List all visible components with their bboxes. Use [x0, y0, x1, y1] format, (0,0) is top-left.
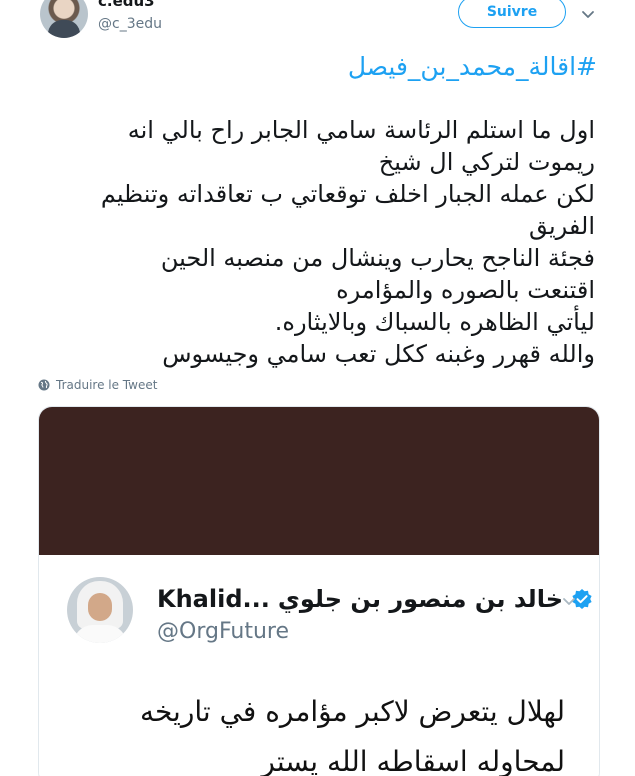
globe-icon: [38, 379, 50, 391]
embedded-text-line: لمحاوله اسقاطه الله يستر: [261, 745, 565, 776]
tweet-text-line: ليأتي الظاهره بالسباك وبالايثاره.: [274, 308, 595, 336]
embedded-text-line: لهلال يتعرض لاكبر مؤامره في تاريخه: [139, 695, 565, 728]
embedded-name-latin: Khalid...: [157, 585, 270, 613]
tweet-text-line: ريموت لتركي ال شيخ: [378, 148, 595, 176]
tweet-text-line: الفريق: [528, 212, 595, 240]
embedded-avatar: [67, 577, 133, 643]
embedded-tweet-text: لهلال يتعرض لاكبر مؤامره في تاريخه لمحاو…: [65, 687, 565, 776]
translate-tweet-link[interactable]: Traduire le Tweet: [38, 378, 157, 392]
embedded-author-name: Khalid... خالد بن منصور بن جلوي: [157, 585, 593, 613]
tweet-text-line: والله قهرر وغبنه ككل تعب سامي وجيسوس: [162, 340, 595, 368]
author-display-name[interactable]: c.edu3: [98, 0, 155, 10]
tweet-header: c.edu3 @c_3edu Suivre: [0, 0, 635, 50]
tweet-media[interactable]: Khalid... خالد بن منصور بن جلوي @OrgFutu…: [38, 406, 600, 776]
embedded-tweet-screenshot: Khalid... خالد بن منصور بن جلوي @OrgFutu…: [39, 555, 599, 776]
hashtag-link[interactable]: #اقالة_محمد_بن_فيصل: [348, 52, 597, 81]
author-avatar[interactable]: [40, 0, 88, 38]
tweet-text-line: لكن عمله الجبار اخلف توقعاتي ب تعاقداته …: [100, 180, 595, 208]
tweet-text: اول ما استلم الرئاسة سامي الجابر راح بال…: [35, 114, 595, 370]
tweet-text-line: اقتنعت بالصوره والمؤامره: [336, 276, 595, 304]
chevron-down-icon: [563, 598, 575, 605]
media-dark-banner: [39, 407, 599, 555]
author-handle[interactable]: @c_3edu: [98, 16, 162, 32]
translate-label: Traduire le Tweet: [56, 378, 158, 392]
tweet-text-line: اول ما استلم الرئاسة سامي الجابر راح بال…: [127, 116, 595, 144]
embedded-handle: @OrgFuture: [157, 619, 289, 644]
chevron-down-icon[interactable]: [580, 6, 596, 22]
tweet-text-line: فجئة الناجح يحارب وينشال من منصبه الحين: [160, 244, 595, 272]
follow-button[interactable]: Suivre: [458, 0, 566, 28]
embedded-name-arabic: خالد بن منصور بن جلوي: [277, 585, 564, 613]
